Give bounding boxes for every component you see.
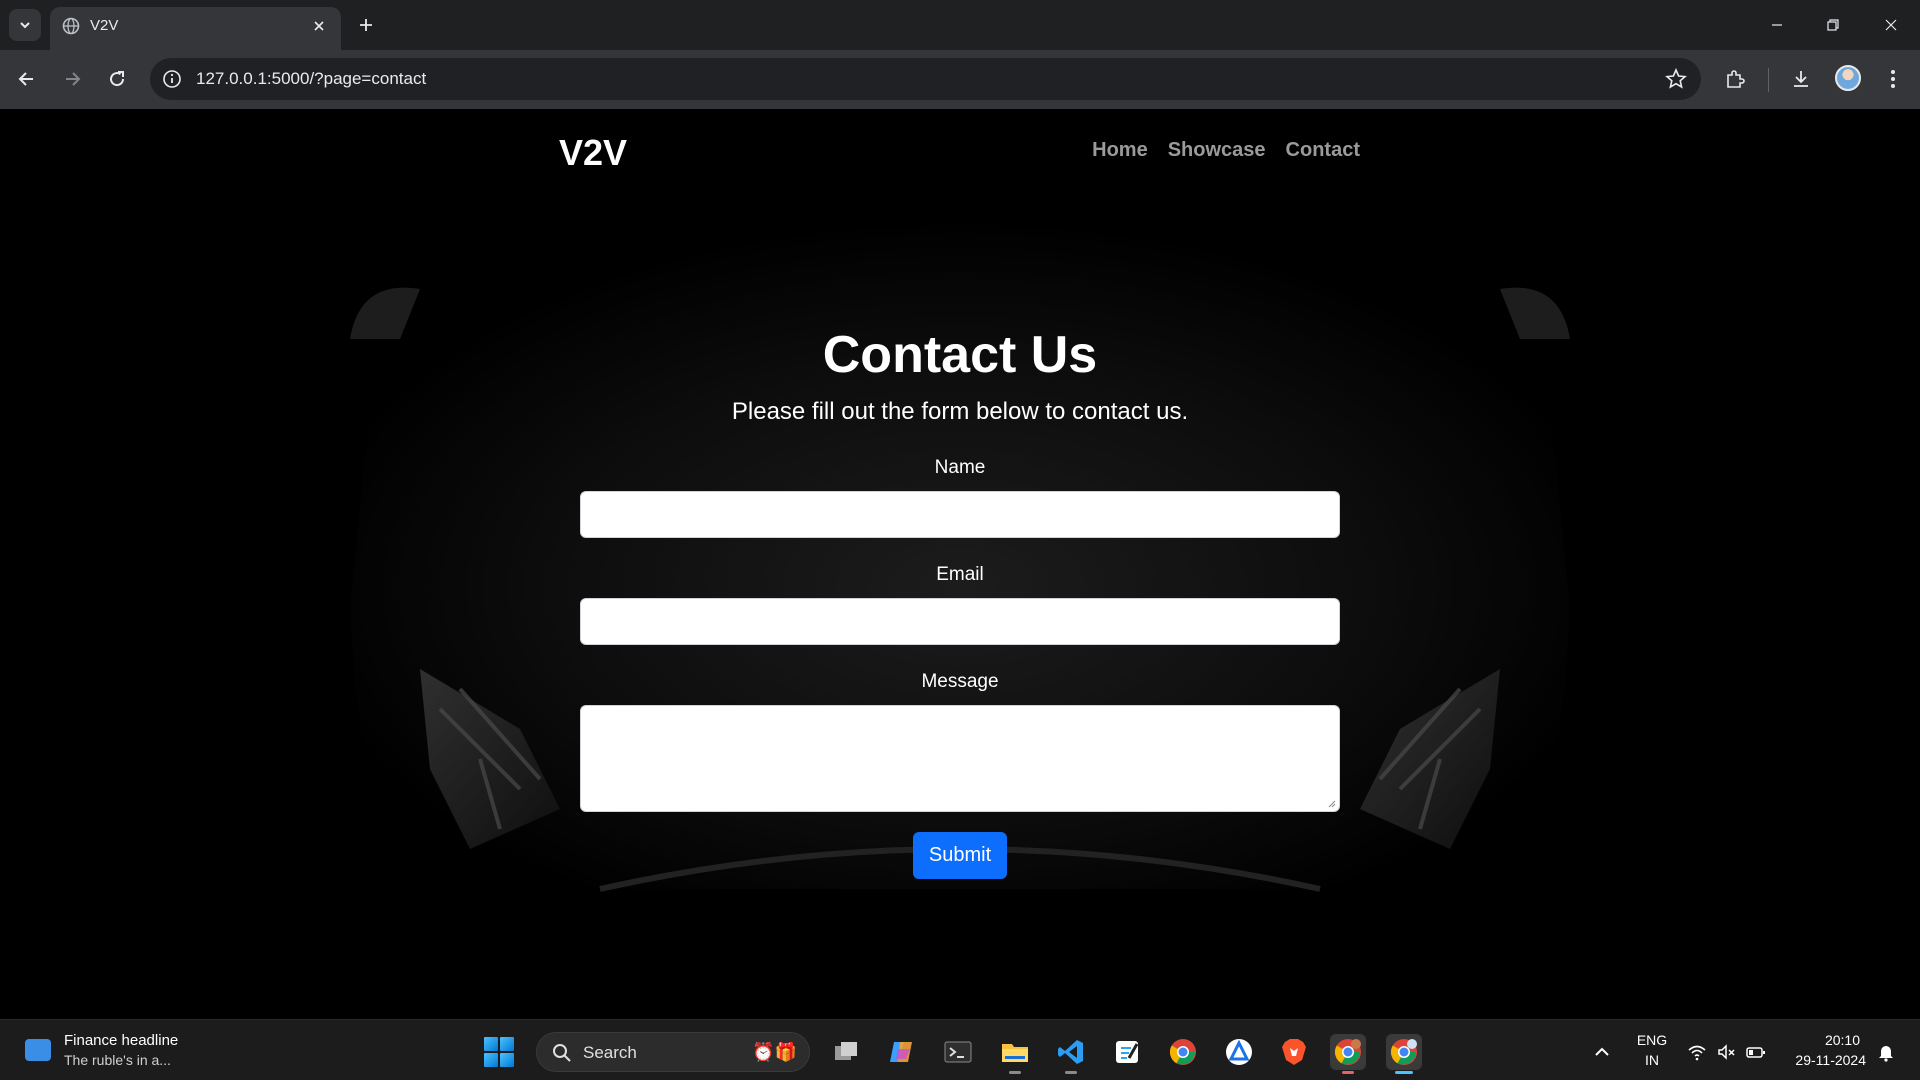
app-running-indicator [1065, 1071, 1077, 1074]
arrow-left-icon [18, 72, 33, 86]
chevron-down-icon [20, 22, 30, 29]
downloads-button[interactable] [1785, 63, 1817, 95]
taskbar: Finance headline The ruble's in a... Sea… [0, 1019, 1920, 1080]
restore-icon [1827, 19, 1839, 31]
site-brand[interactable]: V2V [559, 132, 627, 174]
arrow-right-icon [66, 72, 81, 86]
search-label: Search [583, 1043, 637, 1062]
chrome-profile-icon[interactable] [1330, 1034, 1366, 1074]
page-title: Contact Us [822, 326, 1098, 384]
battery-icon[interactable] [1746, 1042, 1766, 1062]
nav-showcase[interactable]: Showcase [1168, 139, 1266, 162]
notepad-icon[interactable] [1109, 1034, 1145, 1070]
name-label: Name [934, 457, 986, 478]
puzzle-icon [1727, 70, 1745, 88]
minimize-icon [1772, 24, 1782, 26]
file-explorer-icon[interactable] [997, 1034, 1033, 1074]
chrome-canary-icon[interactable] [1386, 1034, 1422, 1074]
volume-muted-icon[interactable] [1716, 1042, 1736, 1062]
language-indicator[interactable]: ENG [1634, 1032, 1670, 1048]
tab-title: V2V [90, 17, 119, 34]
profile-avatar[interactable] [1835, 65, 1861, 91]
address-bar[interactable]: 127.0.0.1:5000/?page=contact [150, 58, 1701, 100]
nav-contact[interactable]: Contact [1286, 139, 1360, 162]
terminal-icon[interactable] [940, 1034, 976, 1070]
widget-headline[interactable]: Finance headline [64, 1032, 178, 1049]
chrome-icon[interactable] [1165, 1034, 1201, 1070]
bookmark-star-icon[interactable] [1665, 68, 1687, 90]
close-icon [314, 21, 324, 31]
email-field[interactable] [580, 598, 1340, 645]
tab-close-button[interactable] [309, 16, 329, 36]
site-nav: Home Showcase Contact [1092, 139, 1360, 162]
app-store-icon[interactable] [1221, 1034, 1257, 1070]
widgets-icon[interactable] [25, 1039, 51, 1061]
chevron-up-icon[interactable] [1592, 1042, 1612, 1062]
nav-home[interactable]: Home [1092, 139, 1148, 162]
new-tab-button[interactable] [353, 12, 379, 38]
close-icon [1885, 19, 1897, 31]
start-button[interactable] [484, 1037, 514, 1067]
globe-icon [62, 17, 80, 35]
tab-search-button[interactable] [9, 9, 41, 41]
browser-menu-button[interactable] [1877, 63, 1909, 95]
widget-subtext[interactable]: The ruble's in a... [64, 1052, 171, 1068]
task-view-icon[interactable] [828, 1034, 864, 1070]
resize-grip-icon[interactable] [1326, 798, 1336, 808]
app-running-indicator [1395, 1071, 1413, 1074]
wifi-icon[interactable] [1687, 1042, 1707, 1062]
message-label: Message [921, 671, 999, 692]
extensions-button[interactable] [1719, 63, 1751, 95]
browser-tab[interactable]: V2V [50, 7, 341, 50]
back-button[interactable] [11, 63, 43, 95]
reload-icon [110, 71, 125, 87]
reload-button[interactable] [101, 63, 133, 95]
download-icon [1794, 71, 1808, 87]
submit-button[interactable]: Submit [913, 832, 1007, 879]
search-icon [553, 1044, 571, 1062]
toolbar-divider [1768, 68, 1769, 92]
region-indicator[interactable]: IN [1634, 1052, 1670, 1068]
forward-button[interactable] [56, 63, 88, 95]
browser-toolbar: 127.0.0.1:5000/?page=contact [0, 50, 1920, 109]
page-subtitle: Please fill out the form below to contac… [731, 398, 1189, 425]
search-highlight-icon: ⏰🎁 [752, 1042, 797, 1062]
close-window-button[interactable] [1876, 10, 1906, 40]
url-text[interactable]: 127.0.0.1:5000/?page=contact [196, 69, 426, 89]
web-page: V2V Home Showcase Contact Contact Us Ple… [0, 109, 1920, 1019]
app-running-indicator [1342, 1071, 1354, 1074]
clock-date[interactable]: 29-11-2024 [1780, 1052, 1866, 1068]
name-field[interactable] [580, 491, 1340, 538]
plus-icon [360, 19, 372, 31]
app-running-indicator [1009, 1071, 1021, 1074]
email-label: Email [936, 564, 984, 585]
site-info-icon[interactable] [162, 69, 182, 89]
kebab-menu-icon [1891, 70, 1895, 88]
notification-bell-icon[interactable] [1876, 1042, 1896, 1062]
taskbar-search[interactable]: Search ⏰🎁 [536, 1032, 810, 1072]
browser-tab-strip: V2V [0, 0, 1920, 50]
message-textarea[interactable] [580, 705, 1340, 812]
minimize-button[interactable] [1762, 10, 1792, 40]
brave-icon[interactable] [1276, 1034, 1312, 1070]
vscode-icon[interactable] [1053, 1034, 1089, 1074]
restore-button[interactable] [1818, 10, 1848, 40]
copilot-icon[interactable] [884, 1034, 920, 1070]
clock-time[interactable]: 20:10 [1780, 1032, 1860, 1048]
